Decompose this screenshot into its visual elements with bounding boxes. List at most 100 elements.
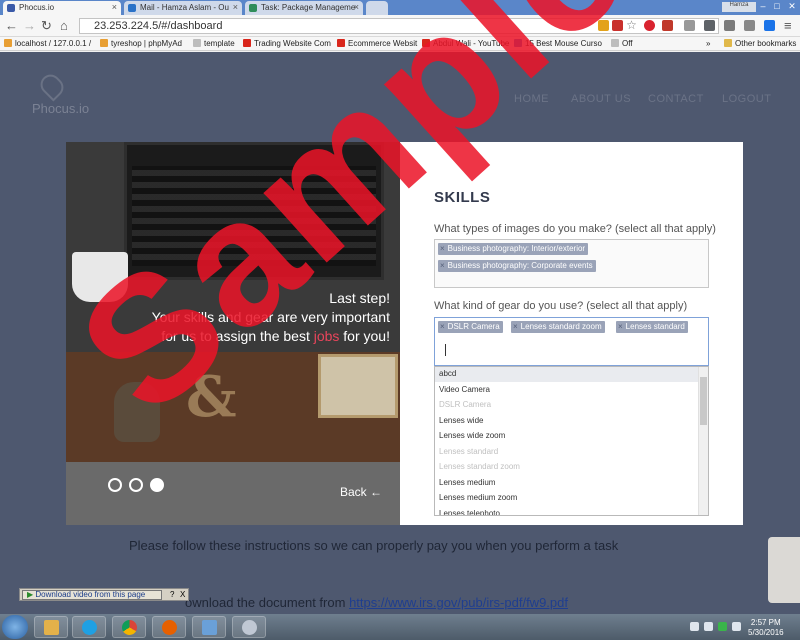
instructions-text: Please follow these instructions so we c… (129, 538, 619, 553)
signal-icon[interactable] (704, 622, 713, 631)
image-types-select[interactable]: × Business photography: Interior/exterior… (434, 239, 709, 288)
camera-icon[interactable] (744, 20, 755, 31)
selected-chip[interactable]: × Business photography: Interior/exterior (438, 243, 589, 255)
bookmark-item[interactable]: Abdul Wali - YouTube (422, 39, 509, 48)
remove-chip-icon[interactable]: × (513, 322, 518, 331)
arrow-left-icon: ← (370, 485, 383, 499)
volume-icon[interactable] (732, 622, 741, 631)
bookmarks-overflow-button[interactable]: » (706, 39, 710, 48)
bookmark-item[interactable]: Other bookmarks (724, 39, 796, 48)
dropdown-scrollbar[interactable] (698, 367, 708, 515)
remove-chip-icon[interactable]: × (618, 322, 623, 331)
taskbar-app-tool[interactable] (232, 616, 266, 638)
forward-arrow-icon[interactable]: → (23, 18, 36, 33)
taskbar-app-chrome[interactable] (112, 616, 146, 638)
help-button[interactable]: ? (170, 590, 174, 599)
home-icon[interactable]: ⌂ (60, 18, 68, 33)
star-icon[interactable]: ☆ (626, 19, 637, 31)
bookmark-item[interactable]: Off (611, 39, 633, 48)
close-icon[interactable]: × (354, 2, 359, 12)
slide-dot[interactable] (108, 478, 122, 492)
selected-chip[interactable]: × Lenses standard (616, 321, 688, 333)
extension-icon[interactable] (612, 20, 623, 31)
tab-mail[interactable]: Mail - Hamza Aslam - Ou × (124, 1, 242, 15)
opera-icon[interactable] (644, 20, 655, 31)
gear-label: What kind of gear do you use? (select al… (434, 300, 688, 312)
dropdown-option[interactable]: Video Camera (435, 383, 699, 398)
gear-options-dropdown[interactable]: abcd Video Camera DSLR Camera Lenses wide Le… (434, 366, 709, 516)
download-icon[interactable] (764, 20, 775, 31)
selected-chip[interactable]: × Business photography: Corporate events (438, 260, 596, 272)
selected-chip[interactable]: × DSLR Camera (438, 321, 503, 333)
dropdown-option[interactable]: Lenses telephoto (435, 507, 699, 516)
nav-about[interactable]: ABOUT US (571, 93, 631, 105)
extension-icon[interactable] (704, 20, 715, 31)
selected-chip[interactable]: × Lenses standard zoom (511, 321, 605, 333)
remove-chip-icon[interactable]: × (440, 322, 445, 331)
close-icon[interactable]: × (233, 2, 238, 12)
task-icon (249, 4, 257, 12)
reload-icon[interactable]: ↻ (41, 18, 52, 34)
extension-icon[interactable] (684, 20, 695, 31)
close-bar-button[interactable]: X (180, 590, 185, 599)
text-caret (445, 344, 446, 356)
tab-title: Mail - Hamza Aslam - Ou (140, 3, 229, 12)
user-profile-chip[interactable]: Hamza (722, 2, 756, 12)
bookmark-item[interactable]: tyreshop | phpMyAd (100, 39, 182, 48)
back-button[interactable]: Back ← (340, 485, 382, 499)
taskbar-app-window[interactable] (192, 616, 226, 638)
start-button[interactable] (2, 615, 28, 639)
adblock-icon[interactable] (662, 20, 673, 31)
dropdown-option[interactable]: Lenses medium zoom (435, 491, 699, 506)
extension-icon[interactable] (598, 20, 609, 31)
menu-icon[interactable]: ≡ (784, 18, 792, 33)
remove-chip-icon[interactable]: × (440, 244, 445, 253)
tab-phocus[interactable]: Phocus.io × (3, 1, 121, 15)
bookmark-item[interactable]: localhost / 127.0.0.1 / (4, 39, 91, 48)
ampersand-decoration: & (186, 364, 237, 430)
nav-logout[interactable]: LOGOUT (722, 93, 771, 105)
nav-home[interactable]: HOME (514, 93, 549, 105)
bookmark-item[interactable]: Trading Website Com (243, 39, 331, 48)
bookmark-item[interactable]: 15 Best Mouse Curso (514, 39, 602, 48)
tray-icon[interactable] (690, 622, 699, 631)
tab-task[interactable]: Task: Package Manageme × (245, 1, 363, 15)
tray-icon[interactable] (718, 622, 727, 631)
close-icon[interactable]: × (112, 2, 117, 12)
system-clock[interactable]: 2:57 PM 5/30/2016 (748, 618, 784, 638)
dropdown-option[interactable]: Lenses wide (435, 414, 699, 429)
dropdown-option[interactable]: Lenses medium (435, 476, 699, 491)
back-arrow-icon[interactable]: ← (5, 18, 18, 33)
taskbar-app-skype[interactable] (72, 616, 106, 638)
bookmark-item[interactable]: template (193, 39, 235, 48)
new-tab-button[interactable] (366, 1, 388, 15)
youtube-icon (337, 39, 345, 47)
minimize-button[interactable]: – (756, 0, 770, 12)
framed-picture-image (318, 354, 398, 418)
gear-select[interactable]: × DSLR Camera × Lenses standard zoom × Lens… (434, 317, 709, 366)
nav-contact[interactable]: CONTACT (648, 93, 704, 105)
slide-dot-active[interactable] (150, 478, 164, 492)
address-bar[interactable]: 23.253.224.5/#/dashboard (79, 18, 719, 34)
dropdown-option[interactable]: Lenses wide zoom (435, 429, 699, 444)
side-widget[interactable] (768, 537, 800, 603)
slide-dot[interactable] (129, 478, 143, 492)
maximize-button[interactable]: □ (770, 0, 784, 12)
instructions-download: ownload the document from https://www.ir… (185, 595, 568, 610)
remove-chip-icon[interactable]: × (440, 261, 445, 270)
firefox-icon (162, 620, 177, 635)
site-logo[interactable]: Phocus.io (32, 101, 89, 116)
download-video-button[interactable]: ▶ Download video from this page (22, 590, 162, 600)
folder-icon (724, 39, 732, 47)
taskbar-app-firefox[interactable] (152, 616, 186, 638)
close-window-button[interactable]: ✕ (785, 0, 799, 12)
owl-figurine-image (114, 382, 160, 442)
bookmark-icon (100, 39, 108, 47)
overlay-line: for us to assign the best jobs for you! (161, 328, 390, 344)
dropdown-option[interactable]: abcd (435, 367, 699, 382)
taskbar-app-explorer[interactable] (34, 616, 68, 638)
extension-icon[interactable] (724, 20, 735, 31)
w9-link[interactable]: https://www.irs.gov/pub/irs-pdf/fw9.pdf (349, 595, 568, 610)
scrollbar-thumb[interactable] (700, 377, 707, 425)
bookmark-item[interactable]: Ecommerce Websit (337, 39, 417, 48)
